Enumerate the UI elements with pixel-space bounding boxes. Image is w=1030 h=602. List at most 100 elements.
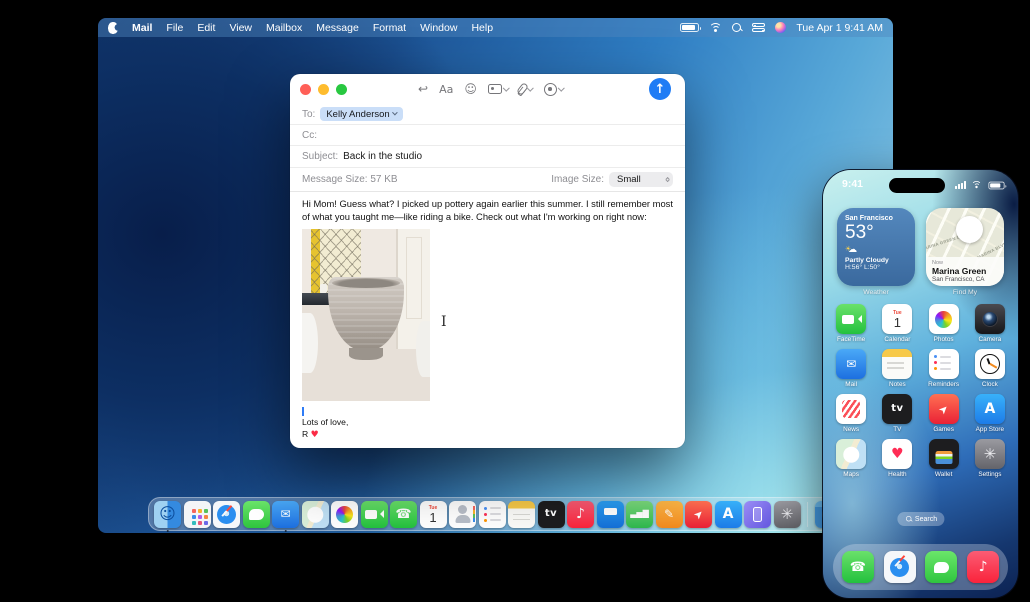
subject-field-row[interactable]: Subject: Back in the studio [290,146,685,168]
iphone-app-health[interactable]: ♥ Health [875,439,919,478]
iphone-app-tv[interactable]: tv TV [875,394,919,433]
iphone-app-wallet[interactable]: Wallet [922,439,966,478]
menu-format[interactable]: Format [373,22,406,34]
iphone-app-photos[interactable]: Photos [922,304,966,343]
tv-app-icon[interactable]: tv [537,500,565,528]
to-field-row[interactable]: To: Kelly Anderson [290,104,685,125]
menu-view[interactable]: View [229,22,252,34]
signature[interactable]: Lots of love, R ♥ [302,406,673,441]
dock-item-keynote[interactable] [596,500,624,528]
iphone-app-maps[interactable]: ➤ Maps [829,439,873,478]
facetime-app-icon[interactable] [360,500,388,528]
settings-app-icon[interactable]: ✳ [974,439,1005,469]
facetime-app-icon[interactable] [836,304,867,334]
games-app-icon[interactable]: ➤ [928,394,959,424]
pages-app-icon[interactable]: ✎ [655,500,683,528]
appstore-app-icon[interactable]: A [974,394,1005,424]
photo-browser-button[interactable] [487,84,510,94]
iphone-app-app-store[interactable]: A App Store [968,394,1012,433]
menu-message[interactable]: Message [316,22,359,34]
message-body[interactable]: Hi Mom! Guess what? I picked up pottery … [290,192,685,441]
insert-media-button[interactable] [543,82,565,96]
news-app-icon[interactable] [836,394,867,424]
menu-window[interactable]: Window [420,22,457,34]
numbers-app-icon[interactable]: ▃▅▇ [626,500,653,528]
dock-item-contacts[interactable] [449,500,476,528]
launchpad-app-icon[interactable] [183,500,211,528]
iphone-app-mail[interactable]: ✉ Mail [829,349,873,388]
reminders-app-icon[interactable] [478,500,506,528]
image-size-select[interactable]: Small [609,172,673,187]
music-app-icon[interactable]: ♪ [567,500,594,528]
dock-item-launchpad[interactable] [183,500,211,528]
dock-item-phone[interactable]: ☎ [390,500,417,528]
maps-app-icon[interactable]: ➤ [301,500,329,528]
dock-item-numbers[interactable]: ▃▅▇ [626,500,653,528]
iphone-app-calendar[interactable]: Tue 1 Calendar [875,304,919,343]
finder-app-icon[interactable]: ☺ [154,500,181,528]
phone-app-icon[interactable]: ☎ [841,551,874,583]
findmy-widget[interactable]: MARINA GREEN DR MARINA BLVD Now Marina G… [926,208,1004,286]
wifi-icon[interactable] [709,22,723,33]
messages-app-icon[interactable] [925,551,958,583]
dock-item-app-store[interactable]: A [714,500,742,528]
emoji-button[interactable]: ☺ [464,83,477,95]
iphone-app-camera[interactable]: Camera [968,304,1012,343]
safari-app-icon[interactable] [883,551,916,583]
dock-item-reminders[interactable] [478,500,506,528]
pottery-photo[interactable] [302,228,430,401]
dock-item-games[interactable]: ➤ [685,500,712,528]
minimize-button[interactable] [318,84,329,95]
contacts-app-icon[interactable] [449,500,476,528]
siri-icon[interactable] [775,22,787,33]
iphone-app-facetime[interactable]: FaceTime [829,304,873,343]
phone-app-icon[interactable]: ☎ [390,500,417,528]
iphone-app-news[interactable]: News [829,394,873,433]
photos-app-icon[interactable] [331,500,358,528]
messages-app-icon[interactable] [242,500,270,528]
iphone-dock-safari[interactable] [883,551,916,583]
mail-app-icon[interactable]: ✉ [836,349,867,379]
dock-item-facetime[interactable] [360,500,388,528]
clock-app-icon[interactable] [974,349,1005,379]
mail-app-icon[interactable]: ✉ [272,500,299,528]
dock-item-pages[interactable]: ✎ [655,500,683,528]
safari-app-icon[interactable] [213,500,240,528]
iphone-mirroring-app-icon[interactable] [744,500,771,528]
menu-file[interactable]: File [166,22,183,34]
dock-item-system-settings[interactable]: ✳ [773,500,801,528]
calendar-app-icon[interactable]: Tue 1 [419,500,447,528]
battery-icon[interactable] [680,23,702,32]
maps-app-icon[interactable]: ➤ [836,439,867,469]
zoom-button[interactable] [336,84,347,95]
photos-app-icon[interactable] [928,304,959,334]
dock-item-maps[interactable]: ➤ [301,500,329,528]
iphone-dock-music[interactable]: ♪ [967,551,1000,583]
iphone-app-notes[interactable]: Notes [875,349,919,388]
dock-item-notes[interactable] [508,500,535,528]
iphone-app-reminders[interactable]: Reminders [922,349,966,388]
menu-app-name[interactable]: Mail [132,22,152,34]
format-button[interactable]: Aa [439,84,453,95]
calendar-app-icon[interactable]: Tue 1 [882,304,913,334]
camera-app-icon[interactable] [974,304,1005,334]
dock-item-safari[interactable] [213,500,240,528]
dock-item-mail[interactable]: ✉ [272,500,299,532]
dock-item-photos[interactable] [331,500,358,528]
menu-edit[interactable]: Edit [197,22,215,34]
iphone-app-clock[interactable]: Clock [968,349,1012,388]
notes-app-icon[interactable] [508,500,535,528]
tv-app-icon[interactable]: tv [882,394,913,424]
reminders-app-icon[interactable] [928,349,959,379]
wallet-app-icon[interactable] [928,439,959,469]
send-button[interactable]: ↑ [649,78,671,100]
appstore-app-icon[interactable]: A [714,500,742,528]
weather-widget[interactable]: San Francisco 53° ☀ ☁ Partly Cloudy H:56°… [837,208,915,286]
iphone-dock-messages[interactable] [925,551,958,583]
undo-button[interactable]: ↩ [418,83,428,95]
music-app-icon[interactable]: ♪ [967,551,1000,583]
dock-item-calendar[interactable]: Tue 1 [419,500,447,528]
menu-clock[interactable]: Tue Apr 1 9:41 AM [796,22,883,34]
close-button[interactable] [300,84,311,95]
keynote-app-icon[interactable] [596,500,624,528]
